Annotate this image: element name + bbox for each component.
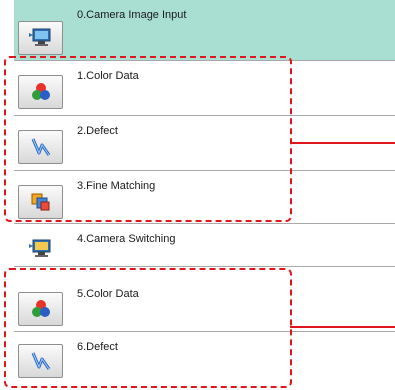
flow-step-color-data[interactable]: 5.Color Data <box>14 279 395 332</box>
group-2-connector-line <box>290 326 395 328</box>
flow-step-camera-switching[interactable]: 4.Camera Switching <box>14 224 395 267</box>
flow-step-label: 5.Color Data <box>77 288 139 300</box>
flow-step-label: 4.Camera Switching <box>77 233 176 245</box>
flow-step-color-data[interactable]: 1.Color Data <box>14 61 395 116</box>
flow-step-fine-matching[interactable]: 3.Fine Matching <box>14 171 395 224</box>
color-data-button[interactable] <box>18 292 63 326</box>
defect-icon <box>31 352 50 370</box>
flow-step-label: 3.Fine Matching <box>77 180 156 192</box>
flow-step-camera-image-input[interactable]: 0.Camera Image Input <box>14 0 395 61</box>
defect-button[interactable] <box>18 130 63 164</box>
camera-input-icon <box>28 28 50 46</box>
camera-switching-button[interactable] <box>18 232 63 266</box>
flow-step-defect[interactable]: 6.Defect <box>14 332 395 384</box>
group-1-connector-line <box>290 142 395 144</box>
color-data-icon <box>31 83 50 100</box>
fine-matching-button[interactable] <box>18 185 63 219</box>
color-data-icon <box>31 300 50 317</box>
flow-step-label: 1.Color Data <box>77 70 139 82</box>
color-data-button[interactable] <box>18 75 63 109</box>
fine-matching-icon <box>31 193 49 211</box>
flow-step-label: 0.Camera Image Input <box>77 9 187 21</box>
defect-button[interactable] <box>18 344 63 378</box>
camera-switching-icon <box>28 239 50 257</box>
defect-icon <box>31 138 50 156</box>
camera-input-button[interactable] <box>18 21 63 55</box>
flow-step-label: 6.Defect <box>77 341 118 353</box>
flow-step-label: 2.Defect <box>77 125 118 137</box>
processing-flow-list: 0.Camera Image Input 1.Color Data 2.Defe… <box>0 0 395 390</box>
